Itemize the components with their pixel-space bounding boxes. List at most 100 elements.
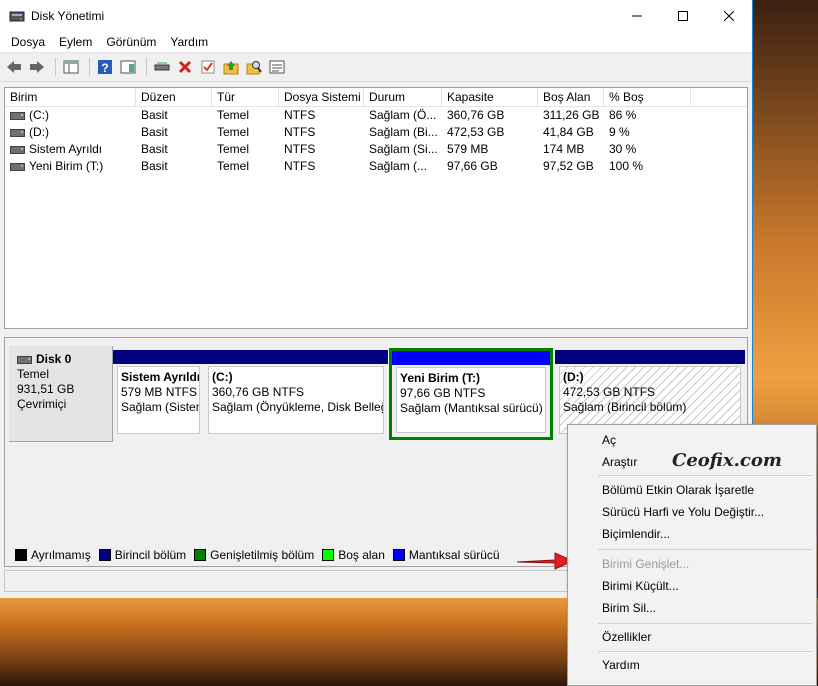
table-row[interactable]: Sistem Ayrıldı Basit Temel NTFS Sağlam (… (5, 141, 747, 158)
legend: Ayrılmamış Birincil bölüm Genişletilmiş … (11, 548, 500, 562)
capacity-cell: 579 MB (447, 142, 489, 156)
column-header-filesystem[interactable]: Dosya Sistemi (279, 88, 364, 106)
partition-name: Sistem Ayrıldı (121, 370, 200, 384)
layout-cell: Basit (141, 159, 168, 173)
toolbar: ? (0, 52, 752, 82)
layout-cell: Basit (141, 142, 168, 156)
column-header-status[interactable]: Durum (364, 88, 442, 106)
legend-label: Mantıksal sürücü (408, 548, 500, 562)
close-button[interactable] (706, 0, 752, 32)
column-header-free-space[interactable]: Boş Alan (538, 88, 604, 106)
back-button[interactable] (4, 57, 24, 77)
column-header-percent-free[interactable]: % Boş (604, 88, 691, 106)
menu-item-change-drive-letter[interactable]: Sürücü Harfi ve Yolu Değiştir... (602, 505, 764, 519)
legend-swatch-primary (98, 549, 111, 561)
menu-item-format[interactable]: Biçimlendir... (602, 527, 670, 541)
percent-free-cell: 30 % (609, 142, 637, 156)
delete-x-icon (178, 60, 192, 74)
volume-list: Birim Düzen Tür Dosya Sistemi Durum Kapa… (4, 87, 748, 329)
drive-icon (10, 162, 25, 171)
partition-status: Sağlam (Sisten (121, 400, 200, 414)
volume-cell: (D:) (5, 124, 136, 141)
disk-name: Disk 0 (36, 352, 72, 366)
percent-free-cell: 100 % (609, 159, 644, 173)
show-hide-console-tree-button[interactable] (61, 57, 81, 77)
help-icon: ? (98, 60, 112, 75)
status-cell: Sağlam (Ö... (369, 108, 437, 122)
minimize-button[interactable] (614, 0, 660, 32)
up-folder-button[interactable] (221, 57, 241, 77)
show-hide-action-pane-button[interactable] (118, 57, 138, 77)
type-cell: Temel (217, 142, 250, 156)
partition-system-reserved[interactable]: Sistem Ayrıldı 579 MB NTFS Sağlam (Siste… (113, 350, 204, 438)
status-cell: Sağlam (... (369, 159, 428, 173)
menu-item-explore[interactable]: Araştır (602, 455, 637, 469)
menu-item-help[interactable]: Yardım (602, 658, 640, 672)
column-header-type[interactable]: Tür (212, 88, 279, 106)
menu-item-shrink-volume[interactable]: Birimi Küçült... (602, 579, 679, 593)
drive-icon (10, 128, 25, 137)
properties-button[interactable] (267, 57, 287, 77)
primary-partition-bar (555, 350, 745, 364)
toolbar-separator (89, 58, 90, 76)
connect-disk-button[interactable] (152, 57, 172, 77)
forward-button[interactable] (27, 57, 47, 77)
menu-bar: Dosya Eylem Görünüm Yardım (0, 32, 752, 52)
menu-item-open[interactable]: Aç (602, 433, 616, 447)
red-arrow-pointer (516, 552, 575, 570)
table-row[interactable]: Yeni Birim (T:) Basit Temel NTFS Sağlam … (5, 158, 747, 175)
minimize-icon (632, 15, 642, 17)
menu-action[interactable]: Eylem (52, 35, 99, 49)
partition-size: 579 MB NTFS (121, 385, 198, 399)
column-header-capacity[interactable]: Kapasite (442, 88, 538, 106)
volume-cell: Sistem Ayrıldı (5, 141, 136, 158)
partition-name: Yeni Birim (T:) (400, 371, 481, 385)
search-button[interactable] (244, 57, 264, 77)
disk-size: 931,51 GB (17, 382, 75, 396)
check-button[interactable] (198, 57, 218, 77)
partition-info: Sistem Ayrıldı 579 MB NTFS Sağlam (Siste… (117, 366, 200, 434)
filesystem-cell: NTFS (284, 159, 316, 173)
table-row[interactable]: (C:) Basit Temel NTFS Sağlam (Ö... 360,7… (5, 107, 747, 124)
logical-drive-bar (392, 351, 550, 365)
properties-icon (269, 60, 285, 74)
folder-up-icon (223, 61, 239, 75)
drive-icon (10, 145, 25, 154)
partition-c[interactable]: (C:) 360,76 GB NTFS Sağlam (Önyükleme, D… (204, 350, 388, 438)
volume-cell: (C:) (5, 107, 136, 124)
menu-help[interactable]: Yardım (163, 35, 215, 49)
maximize-button[interactable] (660, 0, 706, 32)
maximize-icon (678, 11, 688, 21)
free-space-cell: 174 MB (543, 142, 585, 156)
filesystem-cell: NTFS (284, 108, 316, 122)
percent-free-cell: 86 % (609, 108, 637, 122)
filesystem-cell: NTFS (284, 125, 316, 139)
menu-view[interactable]: Görünüm (99, 35, 163, 49)
free-space-cell: 311,26 GB (543, 108, 600, 122)
column-header-volume[interactable]: Birim (5, 88, 136, 106)
legend-swatch-logical (392, 549, 405, 561)
table-row[interactable]: (D:) Basit Temel NTFS Sağlam (Bi... 472,… (5, 124, 747, 141)
partition-status: Sağlam (Önyükleme, Disk Belleğ (212, 400, 384, 414)
legend-swatch-extended (194, 549, 207, 561)
menu-item-mark-active[interactable]: Bölümü Etkin Olarak İşaretle (602, 483, 754, 497)
legend-label: Genişletilmiş bölüm (210, 548, 315, 562)
disk-connect-icon (154, 62, 170, 71)
svg-text:?: ? (101, 61, 108, 75)
legend-label: Ayrılmamış (31, 548, 91, 562)
disk-icon (17, 355, 32, 364)
volume-name: Yeni Birim (T:) (29, 159, 104, 173)
ceofix-watermark: Ceofix.com (672, 450, 782, 471)
menu-item-delete-volume[interactable]: Birim Sil... (602, 601, 656, 615)
legend-label: Birincil bölüm (114, 548, 187, 562)
help-button[interactable]: ? (95, 57, 115, 77)
capacity-cell: 360,76 GB (447, 108, 505, 122)
menu-item-extend-volume-disabled[interactable]: Birimi Genişlet... (602, 557, 689, 571)
disk-0-label[interactable]: Disk 0 Temel 931,51 GB Çevrimiçi (9, 346, 113, 442)
forward-arrow-icon (30, 61, 44, 73)
menu-file[interactable]: Dosya (4, 35, 52, 49)
delete-button[interactable] (175, 57, 195, 77)
partition-t-selected[interactable]: Yeni Birim (T:) 97,66 GB NTFS Sağlam (Ma… (389, 348, 553, 440)
menu-item-properties[interactable]: Özellikler (602, 630, 651, 644)
column-header-layout[interactable]: Düzen (136, 88, 212, 106)
